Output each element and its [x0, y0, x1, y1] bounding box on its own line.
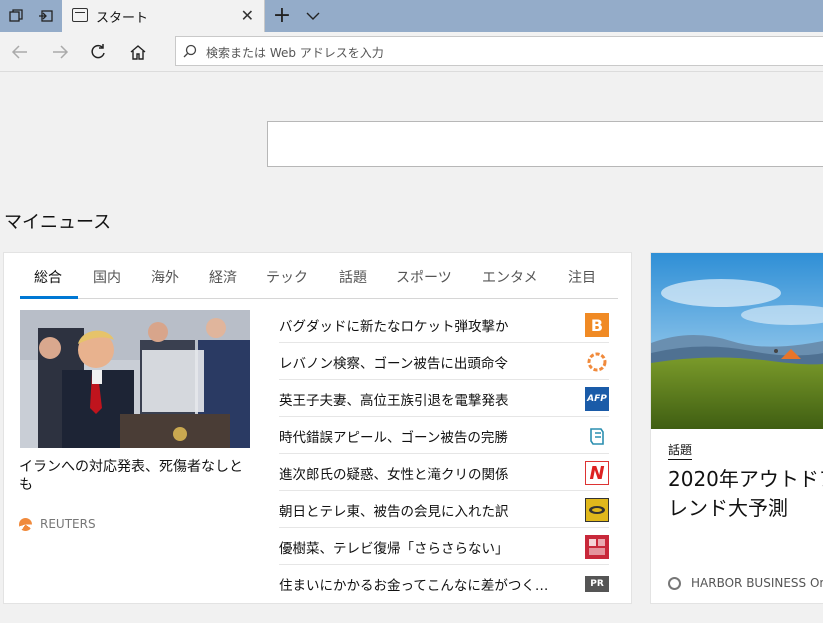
side-story-title-line: 2020年アウトドア [668, 467, 823, 491]
tab-category-keizai[interactable]: 経済 [209, 267, 237, 287]
headline-text: 英王子夫妻、高位王族引退を電撃発表 [279, 393, 509, 409]
tab-strip: スタート ✕ + [0, 0, 823, 32]
reuters-logo-icon [585, 350, 609, 374]
navigation-bar: 検索または Web アドレスを入力 [0, 32, 823, 72]
side-story-image[interactable] [651, 253, 823, 429]
main-story-image[interactable] [20, 310, 250, 448]
category-tabs: 総合 国内 海外 経済 テック 話題 スポーツ エンタメ 注目 [20, 253, 618, 299]
news-n-logo-icon: N [585, 461, 609, 485]
tab-manager-icon[interactable] [6, 6, 26, 26]
headline-item[interactable]: 朝日とテレ東、被告の会見に入れた訳 [279, 491, 609, 528]
gold-logo-icon [585, 498, 609, 522]
main-story-source: REUTERS [19, 517, 96, 531]
active-tab-indicator [20, 296, 78, 299]
tab-start[interactable]: スタート ✕ [62, 0, 265, 32]
tab-category-kaigai[interactable]: 海外 [151, 267, 179, 287]
side-story-title[interactable]: 2020年アウトドア レンド大予測 [668, 465, 823, 523]
headline-item[interactable]: 時代錯誤アピール、ゴーン被告の完勝 [279, 417, 609, 454]
tab-category-sogo[interactable]: 総合 [34, 267, 62, 287]
forward-arrow-icon[interactable] [50, 42, 70, 62]
address-bar[interactable]: 検索または Web アドレスを入力 [175, 36, 823, 66]
newtab-page-icon [72, 8, 88, 22]
headline-item[interactable]: レバノン検察、ゴーン被告に出頭命令 [279, 343, 609, 380]
tab-category-wadai[interactable]: 話題 [339, 267, 367, 287]
headline-item[interactable]: 進次郎氏の疑惑、女性と滝クリの関係 N [279, 454, 609, 491]
reuters-logo-icon [19, 517, 32, 531]
side-story-tag: 話題 [668, 441, 693, 460]
red-logo-icon [585, 535, 609, 559]
headline-text: バグダッドに新たなロケット弾攻撃か [279, 319, 509, 335]
home-icon[interactable] [128, 42, 148, 62]
source-b-logo-icon: B [585, 313, 609, 337]
tab-category-kokunai[interactable]: 国内 [93, 267, 121, 287]
news-card: 総合 国内 海外 経済 テック 話題 スポーツ エンタメ 注目 イランへの対応発… [3, 252, 632, 604]
page-title: マイニュース [4, 212, 112, 233]
main-story-caption[interactable]: イランへの対応発表、死傷者なしとも [19, 458, 254, 494]
search-icon [182, 43, 198, 59]
close-icon[interactable]: ✕ [241, 6, 254, 25]
afp-logo-icon: AFP [585, 387, 609, 411]
tab-category-sports[interactable]: スポーツ [396, 267, 452, 287]
headline-item[interactable]: 住まいにかかるお金ってこんなに差がつく… PR [279, 565, 609, 602]
tab-title: スタート [96, 11, 149, 26]
headline-text: 住まいにかかるお金ってこんなに差がつく… [279, 578, 549, 594]
web-search-input[interactable] [267, 121, 823, 167]
new-tab-button[interactable]: + [272, 3, 292, 28]
side-story-source: HARBOR BUSINESS Online [668, 576, 823, 590]
harbor-logo-icon [668, 576, 681, 590]
pr-badge: PR [585, 576, 609, 592]
tab-category-tech[interactable]: テック [266, 267, 308, 287]
headline-text: 優樹菜、テレビ復帰「さらさらない」 [279, 541, 509, 557]
address-placeholder: 検索または Web アドレスを入力 [206, 46, 384, 60]
source-label: HARBOR BUSINESS Online [691, 576, 823, 590]
chevron-down-icon[interactable] [304, 7, 322, 25]
headline-text: 時代錯誤アピール、ゴーン被告の完勝 [279, 430, 508, 446]
headline-item[interactable]: バグダッドに新たなロケット弾攻撃か B [279, 306, 609, 343]
refresh-icon[interactable] [88, 42, 108, 62]
set-aside-tabs-icon[interactable] [36, 6, 56, 26]
tab-category-chumoku[interactable]: 注目 [568, 267, 596, 287]
headline-text: 朝日とテレ東、被告の会見に入れた訳 [279, 504, 509, 520]
side-story-card[interactable]: 話題 2020年アウトドア レンド大予測 HARBOR BUSINESS Onl… [650, 252, 823, 604]
headline-item[interactable]: 優樹菜、テレビ復帰「さらさらない」 [279, 528, 609, 565]
headline-item[interactable]: 英王子夫妻、高位王族引退を電撃発表 AFP [279, 380, 609, 417]
side-story-title-line: レンド大予測 [668, 496, 788, 520]
headline-text: レバノン検察、ゴーン被告に出頭命令 [279, 356, 508, 372]
headline-text: 進次郎氏の疑惑、女性と滝クリの関係 [279, 467, 509, 483]
source-label: REUTERS [40, 517, 96, 531]
book-logo-icon [585, 424, 609, 448]
back-arrow-icon[interactable] [10, 42, 30, 62]
tab-category-entame[interactable]: エンタメ [482, 267, 538, 287]
